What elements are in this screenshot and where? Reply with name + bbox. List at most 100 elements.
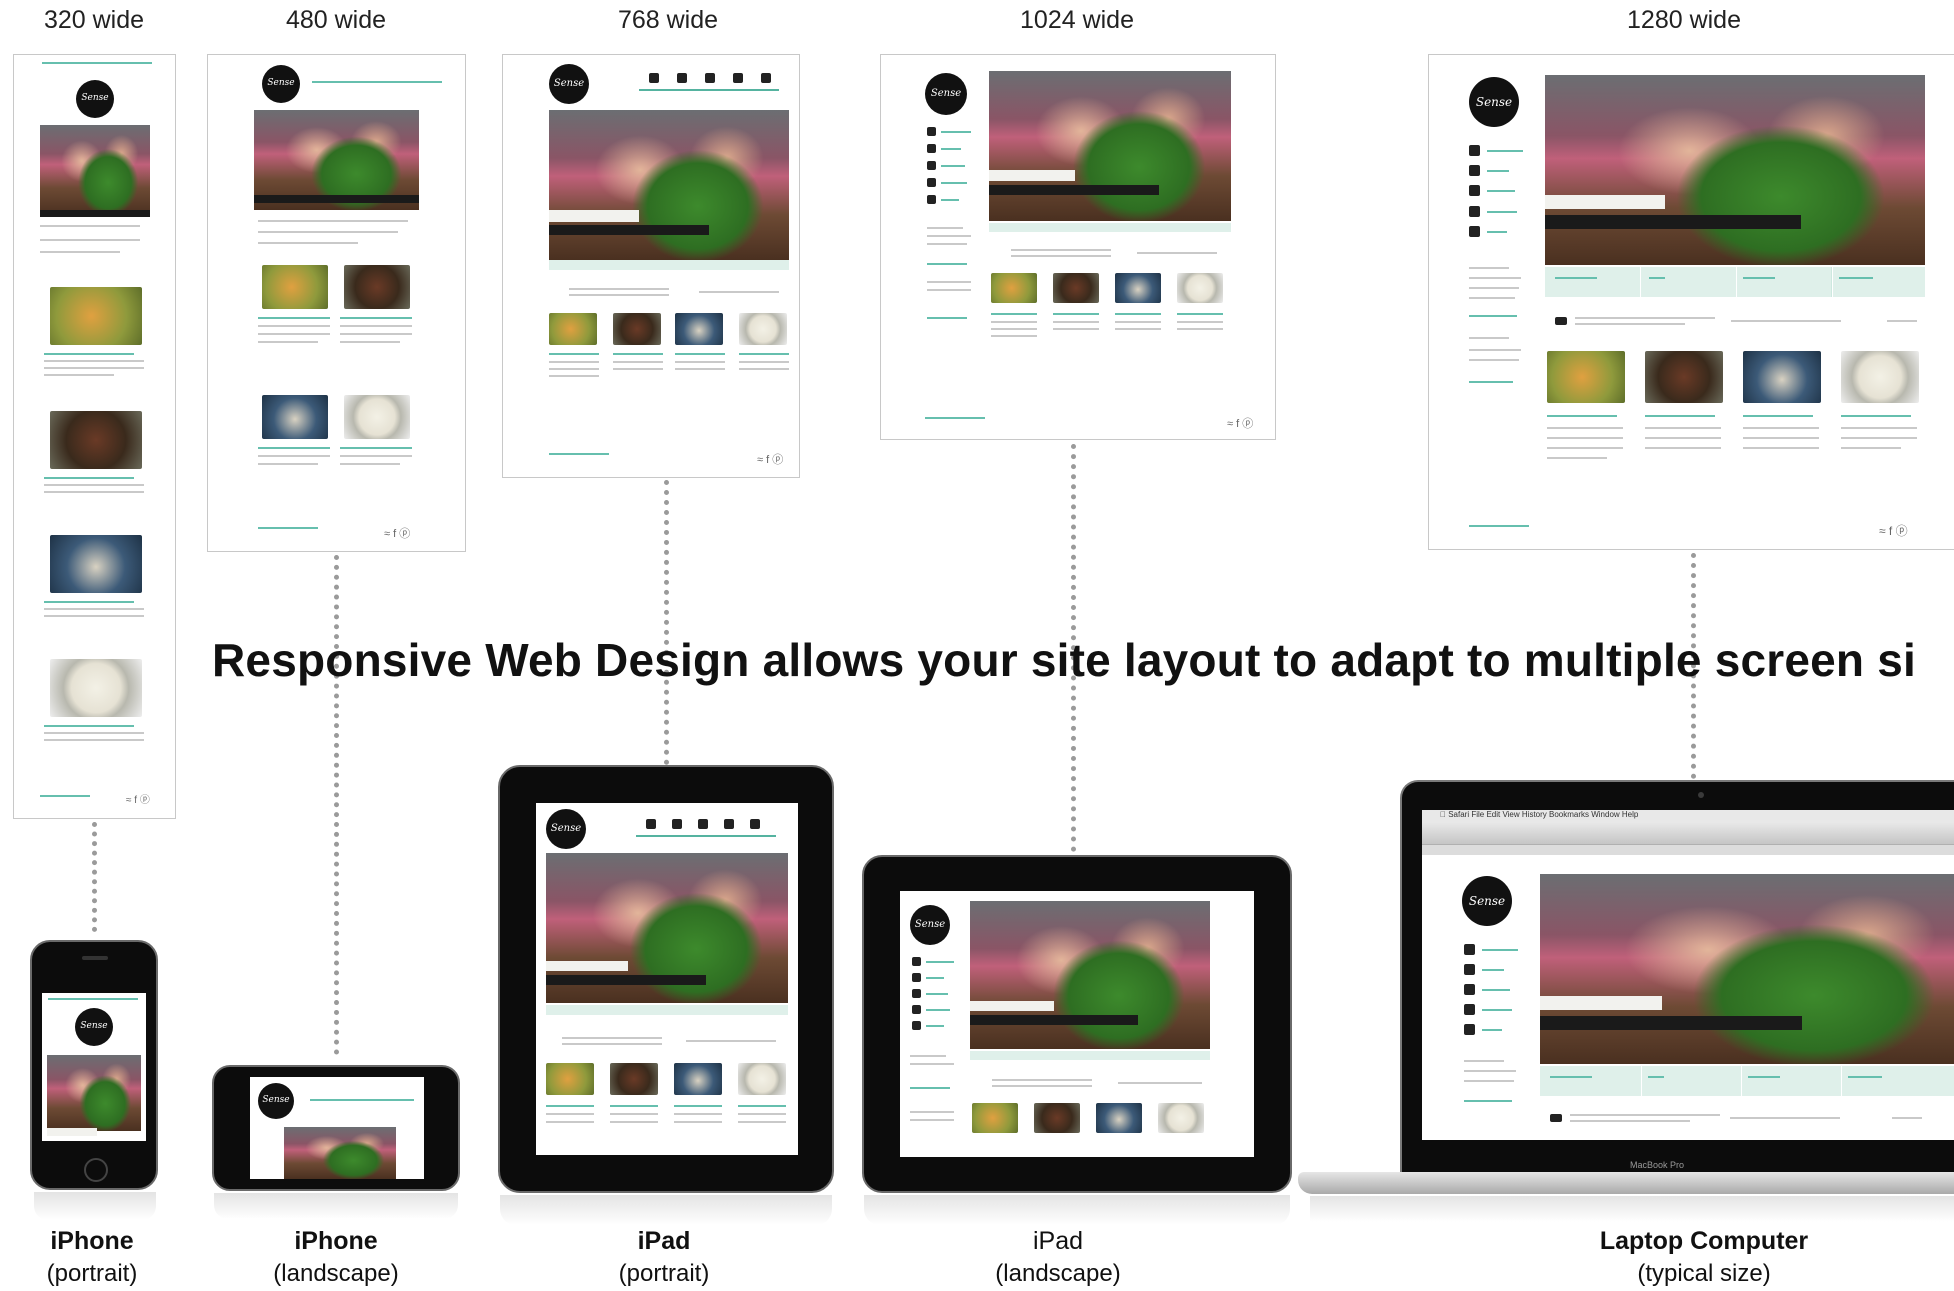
device-orientation-iphone-portrait: (portrait) — [46, 1260, 138, 1287]
food-thumb — [1158, 1103, 1204, 1133]
food-thumb — [1645, 351, 1723, 403]
logo-icon: Sense — [258, 1083, 294, 1119]
food-thumb — [1096, 1103, 1142, 1133]
food-thumb — [50, 535, 142, 593]
food-thumb — [1841, 351, 1919, 403]
layout-768-frame: Sense ≈ f ⓟ — [502, 54, 800, 478]
layout-1280-frame: Sense ≈ f ⓟ — [1428, 54, 1954, 550]
logo-text: Sense — [80, 1021, 108, 1032]
hero-image — [1545, 75, 1925, 265]
ipad-portrait-screen: Sense — [536, 803, 798, 1155]
browser-toolbar — [1422, 822, 1954, 844]
os-menubar:  Safari File Edit View History Bookmark… — [1422, 810, 1954, 822]
food-thumb — [674, 1063, 722, 1095]
connector-480 — [334, 555, 339, 1055]
width-label-1280: 1280 wide — [1627, 6, 1741, 34]
nav-strip — [970, 1051, 1210, 1060]
food-thumb — [991, 273, 1037, 303]
layout-480-frame: Sense ≈ f ⓟ — [207, 54, 466, 552]
food-thumb — [549, 313, 597, 345]
width-label-768: 768 wide — [617, 6, 719, 34]
logo-text: Sense — [1468, 893, 1506, 908]
hero-image — [549, 110, 789, 260]
laptop-brand: MacBook Pro — [1630, 1160, 1685, 1170]
iphone-portrait-device: Sense — [30, 940, 158, 1190]
food-thumb — [262, 395, 328, 439]
logo-icon: Sense — [1469, 77, 1519, 127]
logo-icon: Sense — [76, 80, 114, 118]
food-thumb — [1177, 273, 1223, 303]
logo-icon: Sense — [910, 905, 950, 945]
logo-icon: Sense — [925, 73, 967, 115]
food-thumb — [613, 313, 661, 345]
ipad-landscape-screen: Sense — [900, 891, 1254, 1157]
food-thumb — [1034, 1103, 1080, 1133]
logo-icon: Sense — [546, 809, 586, 849]
device-name-ipad-landscape: iPad — [1032, 1227, 1084, 1255]
device-name-laptop: Laptop Computer — [1599, 1227, 1809, 1255]
hero-image — [1540, 874, 1954, 1064]
connector-768 — [664, 480, 669, 765]
iphone-landscape-device: Sense — [212, 1065, 460, 1191]
food-thumb — [1053, 273, 1099, 303]
os-menubar-text:  Safari File Edit View History Bookmark… — [1440, 810, 1638, 819]
hero-image — [47, 1055, 141, 1131]
logo-text: Sense — [550, 822, 582, 834]
iphone-landscape-screen: Sense — [250, 1077, 424, 1179]
laptop-device:  Safari File Edit View History Bookmark… — [1400, 780, 1954, 1176]
width-label-480: 480 wide — [285, 6, 387, 34]
logo-icon: Sense — [75, 1008, 113, 1046]
layout-320-frame: Sense ≈ f ⓟ — [13, 54, 176, 819]
hero-image — [40, 125, 150, 215]
nav-strip — [549, 260, 789, 270]
device-orientation-ipad-portrait: (portrait) — [618, 1260, 710, 1287]
logo-text: Sense — [553, 77, 585, 89]
hero-image — [284, 1127, 396, 1179]
laptop-screen:  Safari File Edit View History Bookmark… — [1422, 810, 1954, 1140]
food-thumb — [972, 1103, 1018, 1133]
food-thumb — [1547, 351, 1625, 403]
food-thumb — [610, 1063, 658, 1095]
social-icons: ≈ f ⓟ — [1227, 418, 1254, 430]
food-thumb — [1115, 273, 1161, 303]
device-name-ipad-portrait: iPad — [637, 1227, 691, 1255]
hero-image — [989, 71, 1231, 221]
food-thumb — [50, 287, 142, 345]
social-icons: ≈ f ⓟ — [757, 454, 784, 466]
logo-icon: Sense — [1462, 876, 1512, 926]
social-icons: ≈ f ⓟ — [384, 528, 411, 540]
hero-image — [970, 901, 1210, 1049]
nav-strip — [1540, 1066, 1954, 1096]
food-thumb — [738, 1063, 786, 1095]
nav-strip — [1545, 267, 1925, 297]
food-thumb — [344, 265, 410, 309]
device-name-iphone-portrait: iPhone — [50, 1227, 134, 1255]
laptop-base — [1298, 1172, 1954, 1194]
device-name-iphone-landscape: iPhone — [294, 1227, 378, 1255]
food-thumb — [50, 411, 142, 469]
nav-strip — [989, 223, 1231, 232]
food-thumb — [546, 1063, 594, 1095]
browser-bookmarks-bar — [1422, 844, 1954, 855]
device-orientation-iphone-landscape: (landscape) — [273, 1260, 399, 1287]
logo-text: Sense — [262, 1095, 290, 1106]
food-thumb — [739, 313, 787, 345]
iphone-portrait-screen: Sense — [42, 993, 146, 1141]
nav-strip — [546, 1005, 788, 1015]
ipad-portrait-device: Sense — [498, 765, 834, 1193]
logo-text: Sense — [930, 87, 962, 99]
width-label-1024: 1024 wide — [1020, 6, 1134, 34]
food-thumb — [1743, 351, 1821, 403]
food-thumb — [675, 313, 723, 345]
logo-text: Sense — [81, 93, 109, 104]
social-icons: ≈ f ⓟ — [1879, 524, 1908, 538]
food-thumb — [50, 659, 142, 717]
logo-icon: Sense — [549, 64, 589, 104]
ipad-landscape-device: Sense — [862, 855, 1292, 1193]
logo-text: Sense — [1475, 94, 1513, 109]
social-icons: ≈ f ⓟ — [126, 795, 150, 806]
device-orientation-laptop: (typical size) — [1637, 1260, 1771, 1287]
width-label-320: 320 wide — [43, 6, 145, 34]
food-thumb — [262, 265, 328, 309]
layout-1024-frame: Sense ≈ f ⓟ — [880, 54, 1276, 440]
